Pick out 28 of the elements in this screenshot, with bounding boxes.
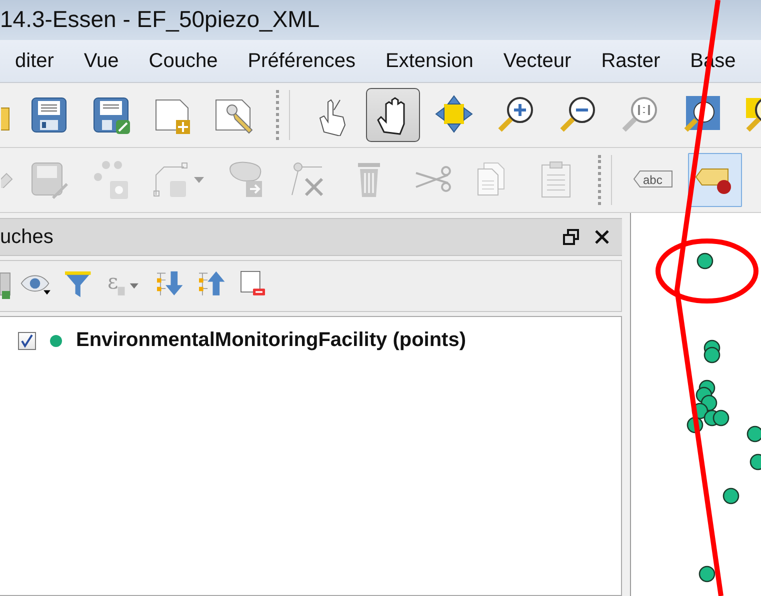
toolbar-handle[interactable] <box>276 90 290 140</box>
menu-item[interactable]: Extension <box>370 50 488 72</box>
hand-button[interactable] <box>366 88 420 142</box>
panel-title: uches <box>0 226 54 248</box>
menu-item[interactable]: Vue <box>68 50 134 72</box>
menu-item[interactable]: diter <box>0 50 69 72</box>
layer-name[interactable]: EnvironmentalMonitoringFacility (points) <box>76 329 466 352</box>
point-marker <box>698 566 716 582</box>
window-title: 14.3-Essen - EF_50piezo_XML <box>0 6 320 32</box>
toolbar-handle[interactable] <box>598 155 612 205</box>
point-marker <box>750 454 761 470</box>
point-marker <box>696 252 714 270</box>
close-icon[interactable] <box>594 229 610 245</box>
point-marker <box>722 488 740 504</box>
point-marker <box>712 410 730 426</box>
menu-item[interactable]: Préférences <box>232 50 371 72</box>
float-panel-icon[interactable] <box>562 228 580 246</box>
point-marker <box>704 346 720 364</box>
menu-item[interactable]: Vecteur <box>488 50 586 72</box>
point-marker <box>746 426 761 442</box>
menu-item[interactable]: Couche <box>134 50 233 72</box>
checkbox[interactable] <box>18 332 36 350</box>
label-pin-button[interactable] <box>688 153 742 207</box>
pencil-icon <box>1 172 13 188</box>
add-group-icon[interactable] <box>0 271 11 301</box>
label-tag-button[interactable]: abc <box>626 153 680 207</box>
menu-item[interactable]: Raster <box>586 50 676 72</box>
point-marker <box>686 416 704 434</box>
